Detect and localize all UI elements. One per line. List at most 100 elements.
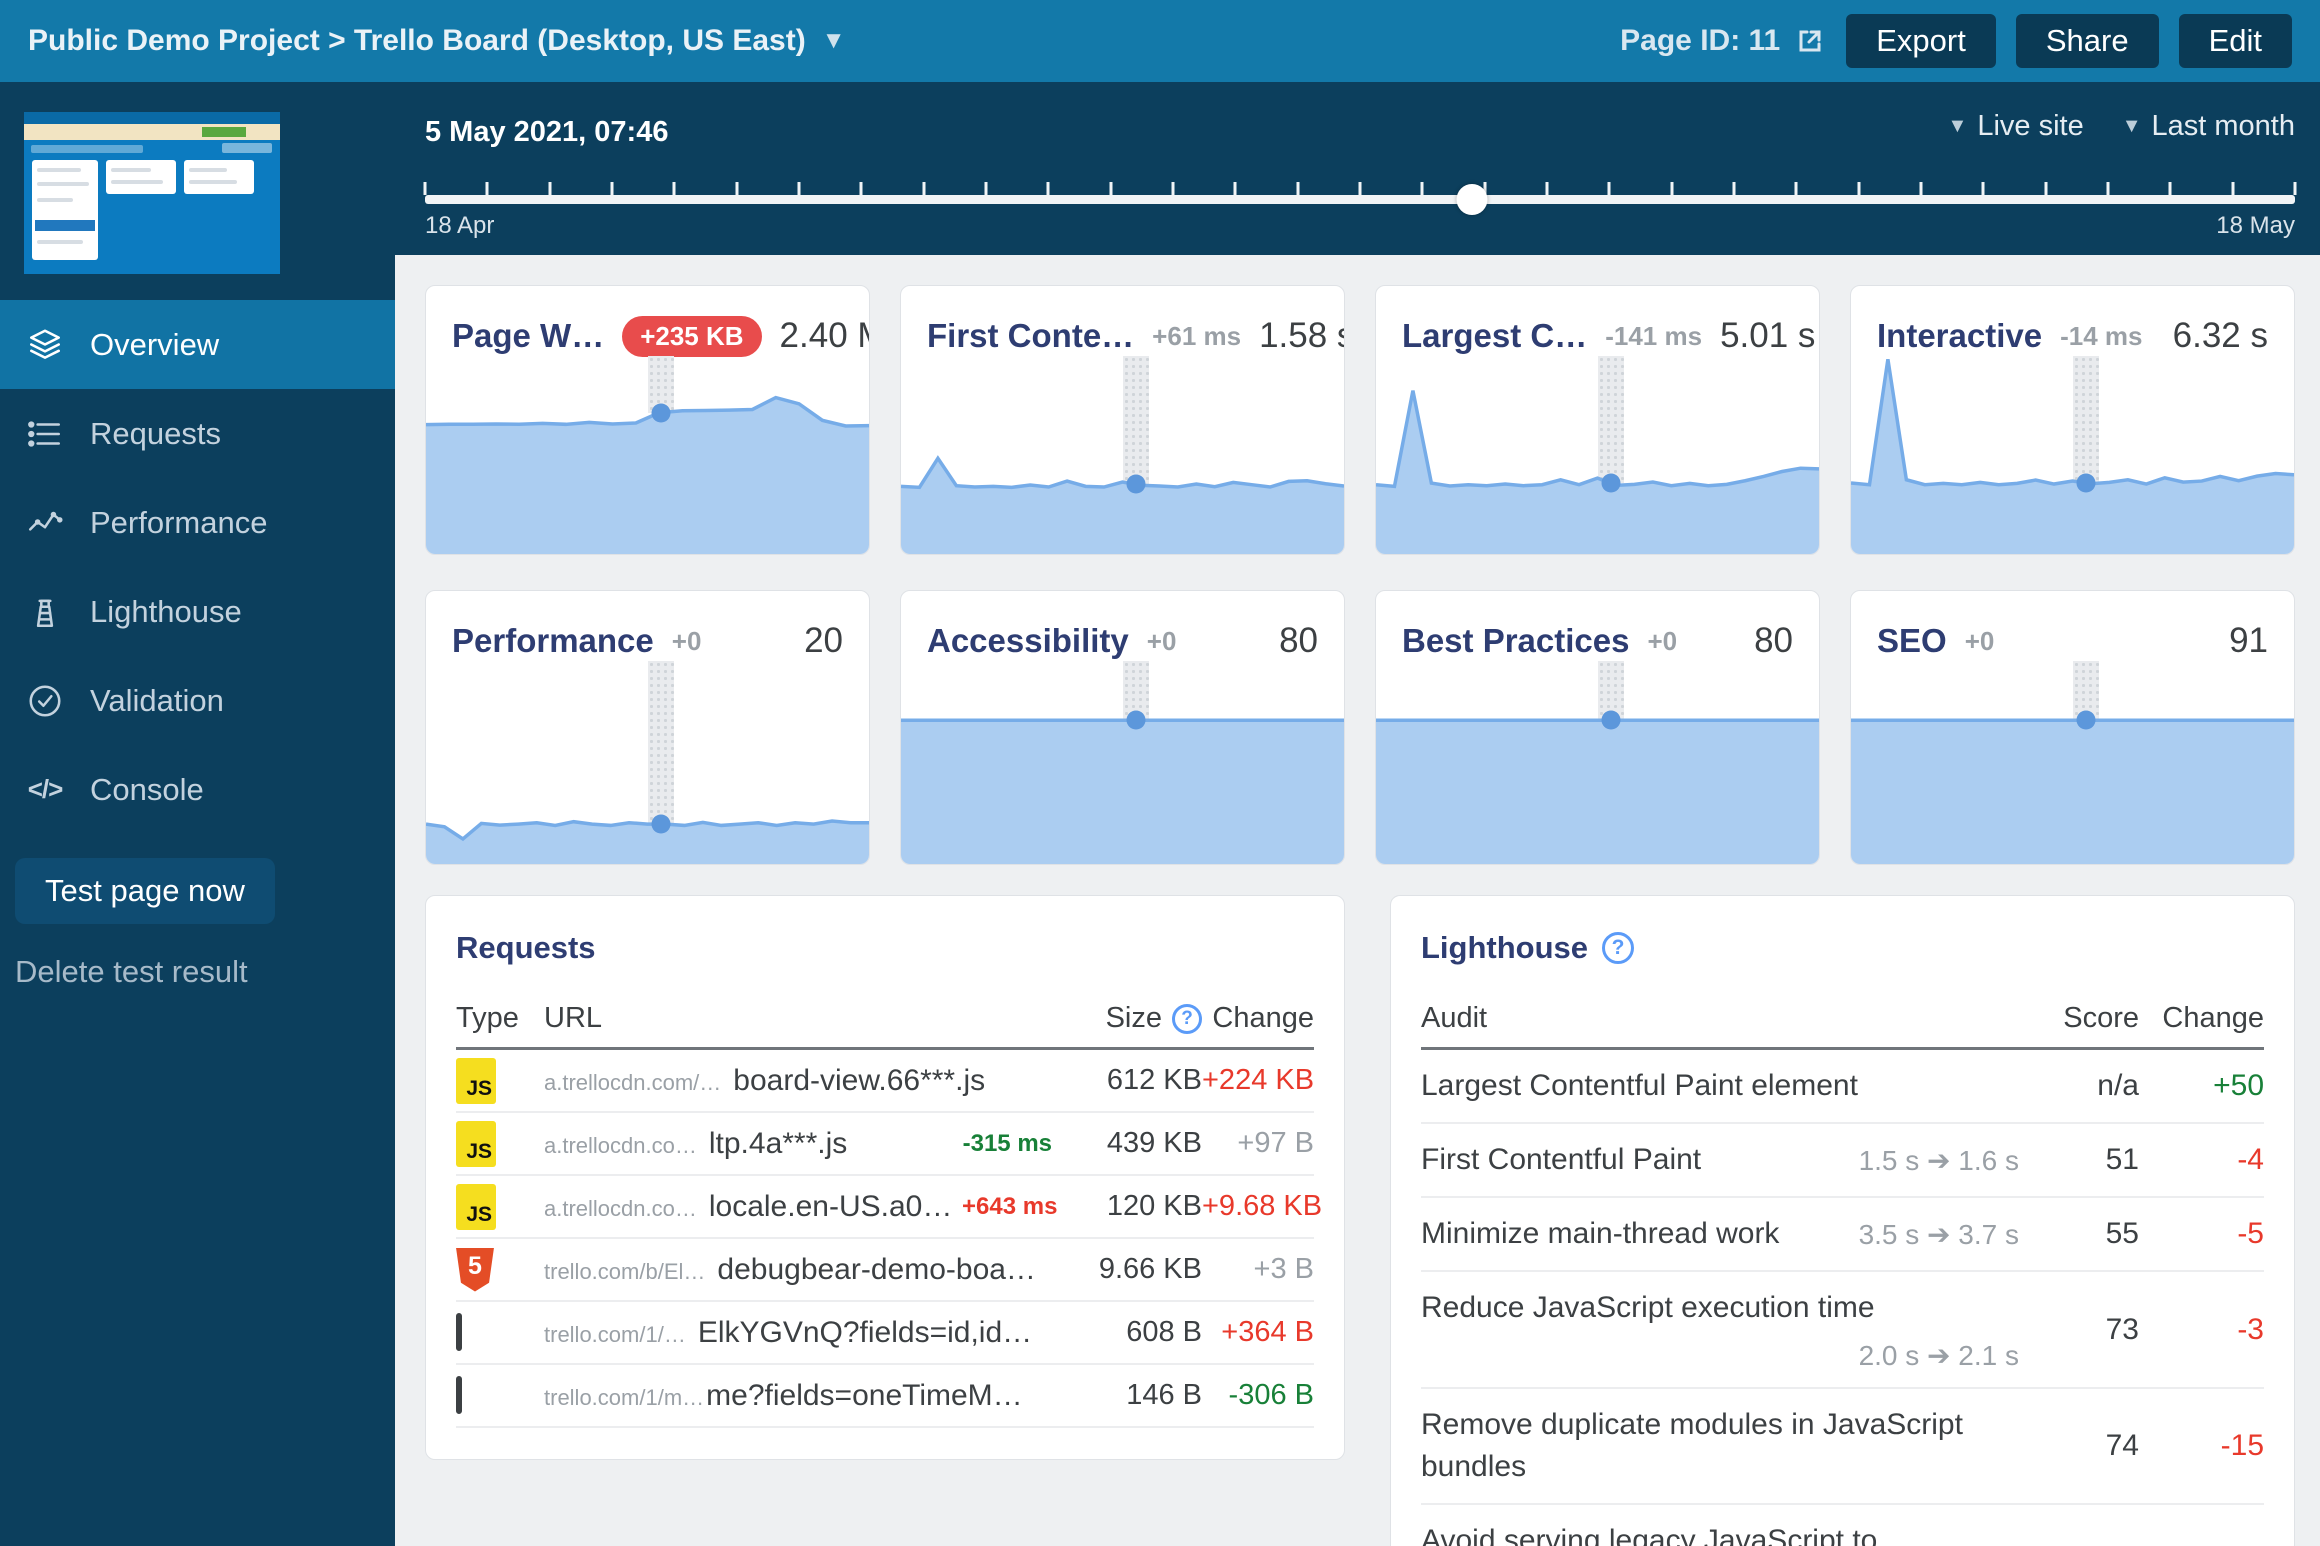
slider-track[interactable] (425, 195, 2295, 204)
sidebar-item-requests[interactable]: Requests (0, 389, 395, 478)
lighthouse-panel-title: Lighthouse ? (1421, 930, 2264, 966)
card-interactive[interactable]: Interactive -14 ms 6.32 s (1850, 285, 2295, 555)
change-badge: +235 KB (622, 316, 761, 357)
audit-row[interactable]: Minimize main-thread work 3.5 s ➔ 3.7 s … (1421, 1198, 2264, 1272)
request-change: -306 B (1202, 1379, 1314, 1412)
card-change: +0 (1647, 626, 1677, 657)
card-change: +61 ms (1152, 321, 1241, 352)
document-file-icon (456, 1376, 462, 1414)
audit-score: 73 (2019, 1313, 2139, 1347)
audit-row[interactable]: Largest Contentful Paint element n/a +50 (1421, 1050, 2264, 1124)
audit-change: -15 (2139, 1429, 2264, 1463)
slider-tick (798, 182, 801, 195)
requests-table-header: Type URL Size ? Change (456, 1002, 1314, 1050)
date-range-dropdown[interactable]: ▼ Last month (2122, 110, 2295, 143)
live-site-dropdown[interactable]: ▼ Live site (1948, 110, 2084, 143)
share-button[interactable]: Share (2016, 14, 2159, 68)
sidebar-item-label: Performance (90, 505, 267, 541)
lighthouse-table-header: Audit Score Change (1421, 1002, 2264, 1050)
delete-test-result-link[interactable]: Delete test result (15, 954, 395, 990)
help-icon[interactable]: ? (1172, 1004, 1202, 1034)
request-row[interactable]: JS a.trellocdn.co…locale.en-US.a0… +643 … (456, 1176, 1314, 1239)
request-row[interactable]: JS a.trellocdn.co…ltp.4a***.js -315 ms 4… (456, 1113, 1314, 1176)
export-button[interactable]: Export (1846, 14, 1996, 68)
history-slider[interactable] (425, 178, 2295, 204)
col-url: URL (544, 1002, 962, 1035)
request-row[interactable]: trello.com/1/m…me?fields=oneTimeM… 146 B… (456, 1365, 1314, 1428)
test-page-now-button[interactable]: Test page now (15, 858, 275, 924)
selected-point-marker[interactable] (1126, 711, 1145, 730)
top-bar: Public Demo Project > Trello Board (Desk… (0, 0, 2320, 82)
slider-tick (1109, 182, 1112, 195)
request-size: 120 KB (1052, 1190, 1202, 1223)
slider-tick (673, 182, 676, 195)
request-row[interactable]: trello.com/1/…ElkYGVnQ?fields=id,id… 608… (456, 1302, 1314, 1365)
slider-tick (860, 182, 863, 195)
selected-point-marker[interactable] (651, 403, 670, 422)
request-row[interactable]: JS a.trellocdn.com/…board-view.66***.js … (456, 1050, 1314, 1113)
card-value: 5.01 s (1720, 316, 1815, 356)
fcp-sparkline (901, 356, 1344, 554)
js-file-icon: JS (456, 1121, 496, 1167)
card-best-practices-score[interactable]: Best Practices +0 80 (1375, 590, 1820, 865)
requests-panel: Requests Type URL Size ? Change JS a.tre… (425, 895, 1345, 1460)
external-link-icon[interactable] (1794, 25, 1826, 57)
col-size: Size ? (962, 1002, 1202, 1035)
slider-handle[interactable] (1457, 184, 1488, 215)
breadcrumb[interactable]: Public Demo Project > Trello Board (Desk… (28, 24, 845, 58)
document-file-icon (456, 1313, 462, 1351)
selected-point-marker[interactable] (2076, 711, 2095, 730)
selected-point-marker[interactable] (651, 815, 670, 834)
slider-tick (611, 182, 614, 195)
slider-tick (1608, 182, 1611, 195)
col-score: Score (2019, 1002, 2139, 1035)
chevron-down-icon: ▼ (2122, 115, 2142, 138)
card-value: 80 (1754, 621, 1793, 661)
sidebar-item-console[interactable]: </> Console (0, 745, 395, 834)
slider-tick (922, 182, 925, 195)
audit-row[interactable]: Remove duplicate modules in JavaScript b… (1421, 1389, 2264, 1505)
request-change: +97 B (1202, 1127, 1314, 1160)
topbar-actions: Page ID: 11 Export Share Edit (1620, 14, 2292, 68)
card-page-weight[interactable]: Page W… +235 KB 2.40 MB (425, 285, 870, 555)
card-change: -14 ms (2060, 321, 2142, 352)
audit-row[interactable]: First Contentful Paint 1.5 s ➔ 1.6 s 51 … (1421, 1124, 2264, 1198)
selected-point-marker[interactable] (1126, 475, 1145, 494)
sidebar-item-lighthouse[interactable]: Lighthouse (0, 567, 395, 656)
slider-tick (2169, 182, 2172, 195)
request-row[interactable]: 5 trello.com/b/El…debugbear-demo-boa… 9.… (456, 1239, 1314, 1302)
card-seo-score[interactable]: SEO +0 91 (1850, 590, 2295, 865)
sidebar-item-overview[interactable]: Overview (0, 300, 395, 389)
request-change: +224 KB (1202, 1064, 1314, 1097)
sidebar-item-validation[interactable]: Validation (0, 656, 395, 745)
slider-tick (1296, 182, 1299, 195)
range-start-label: 18 Apr (425, 212, 494, 240)
trend-line-icon (26, 504, 64, 542)
sidebar-item-performance[interactable]: Performance (0, 478, 395, 567)
slider-tick (2294, 182, 2297, 195)
chevron-down-icon: ▼ (1948, 115, 1968, 138)
range-end-label: 18 May (2216, 212, 2295, 240)
page-thumbnail[interactable] (24, 112, 280, 274)
card-first-contentful-paint[interactable]: First Conte… +61 ms 1.58 s (900, 285, 1345, 555)
sidebar-nav: Overview Requests Performance Lighthouse… (0, 300, 395, 834)
audit-row[interactable]: Reduce JavaScript execution time 2.0 s ➔… (1421, 1272, 2264, 1389)
selected-point-marker[interactable] (1601, 474, 1620, 493)
card-accessibility-score[interactable]: Accessibility +0 80 (900, 590, 1345, 865)
slider-tick (424, 182, 427, 195)
help-icon[interactable]: ? (1602, 932, 1634, 964)
thumbnail-list (106, 160, 176, 194)
audit-timing: 1.5 s ➔ 1.6 s (1859, 1144, 2019, 1177)
selected-point-marker[interactable] (2076, 473, 2095, 492)
card-performance-score[interactable]: Performance +0 20 (425, 590, 870, 865)
timeline-filters: ▼ Live site ▼ Last month (1948, 110, 2295, 143)
card-value: 2.40 MB (780, 316, 870, 356)
selected-point-marker[interactable] (1601, 711, 1620, 730)
audit-row[interactable]: Avoid serving legacy JavaScript to moder… (1421, 1505, 2264, 1546)
slider-tick (548, 182, 551, 195)
thumbnail-list (32, 160, 98, 260)
slider-tick (735, 182, 738, 195)
slider-tick (1421, 182, 1424, 195)
card-largest-contentful-paint[interactable]: Largest C… -141 ms 5.01 s (1375, 285, 1820, 555)
edit-button[interactable]: Edit (2179, 14, 2292, 68)
